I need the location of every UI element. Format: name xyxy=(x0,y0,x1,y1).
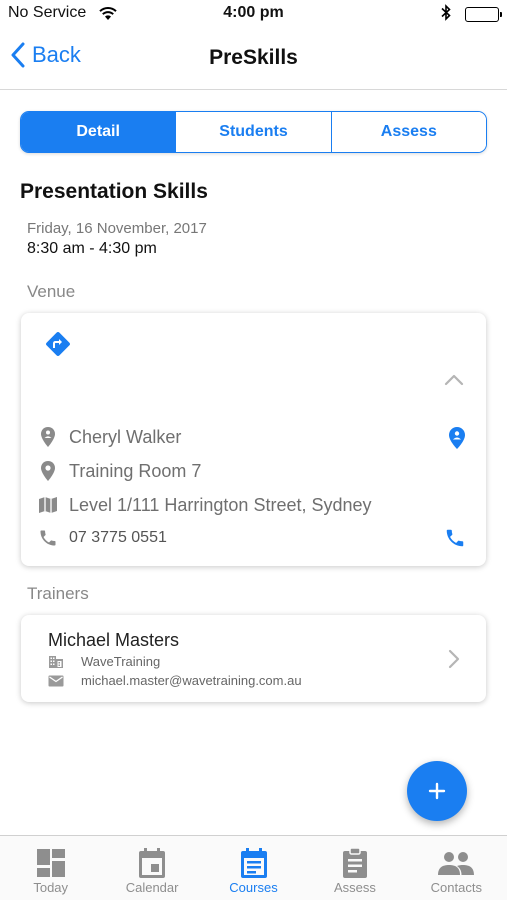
course-title: Presentation Skills xyxy=(20,180,208,203)
battery-icon xyxy=(465,7,502,22)
tab-assess[interactable]: Assess xyxy=(330,112,486,152)
bottom-tab-bar: Today Calendar Courses Assess Contacts xyxy=(0,835,507,900)
courses-icon xyxy=(239,846,269,880)
tab-today-label: Today xyxy=(33,880,69,895)
venue-contact-name: Cheryl Walker xyxy=(69,426,182,447)
page-title: PreSkills xyxy=(209,46,298,69)
add-button[interactable] xyxy=(407,761,467,821)
calendar-icon xyxy=(137,846,167,880)
venue-room: Training Room 7 xyxy=(69,460,202,481)
map-icon xyxy=(37,494,59,516)
segmented-control: Detail Students Assess xyxy=(20,111,487,153)
tab-calendar-label: Calendar xyxy=(125,880,179,895)
tab-today[interactable]: Today xyxy=(0,836,101,900)
dashboard-icon xyxy=(36,846,66,880)
tab-calendar[interactable]: Calendar xyxy=(101,836,202,900)
tab-detail[interactable]: Detail xyxy=(21,112,176,152)
chevron-right-icon xyxy=(448,649,460,674)
venue-phone: 07 3775 0551 xyxy=(69,529,167,546)
status-time: 4:00 pm xyxy=(223,4,284,21)
plus-icon xyxy=(428,782,446,800)
building-icon xyxy=(48,655,66,669)
person-pin-icon xyxy=(37,426,59,448)
chevron-up-icon[interactable] xyxy=(444,373,464,392)
tab-contacts[interactable]: Contacts xyxy=(406,836,507,900)
venue-phone-row: 07 3775 0551 xyxy=(37,524,470,552)
trainer-company: WaveTraining xyxy=(81,654,161,669)
course-date: Friday, 16 November, 2017 xyxy=(27,220,207,237)
mail-icon xyxy=(48,675,66,687)
bluetooth-icon xyxy=(441,4,451,26)
course-time: 8:30 am - 4:30 pm xyxy=(27,240,157,257)
venue-address-row: Level 1/111 Harrington Street, Sydney xyxy=(37,491,470,519)
trainer-card[interactable]: Michael Masters WaveTraining michael.mas… xyxy=(21,615,486,702)
clipboard-icon xyxy=(341,846,369,880)
venue-room-row: Training Room 7 xyxy=(37,457,470,485)
trainer-email-row: michael.master@wavetraining.com.au xyxy=(48,673,302,688)
status-bar: No Service 4:00 pm xyxy=(0,0,507,28)
tab-assess-nav-label: Assess xyxy=(333,880,376,895)
directions-icon[interactable] xyxy=(43,329,73,364)
venue-section-label: Venue xyxy=(27,282,76,301)
tab-assess-nav[interactable]: Assess xyxy=(304,836,405,900)
tab-students[interactable]: Students xyxy=(175,112,331,152)
navigation-bar: Back PreSkills xyxy=(0,30,507,90)
venue-card: Cheryl Walker Training Room 7 Level 1/11… xyxy=(21,313,486,566)
venue-contact-row: Cheryl Walker xyxy=(37,423,470,451)
tab-courses[interactable]: Courses xyxy=(203,836,304,900)
tab-courses-label: Courses xyxy=(229,880,278,895)
trainer-email: michael.master@wavetraining.com.au xyxy=(81,673,302,688)
location-pin-icon[interactable] xyxy=(448,426,466,455)
people-icon xyxy=(438,846,475,880)
call-icon[interactable] xyxy=(444,527,466,554)
place-icon xyxy=(37,460,59,482)
venue-address: Level 1/111 Harrington Street, Sydney xyxy=(69,494,372,515)
phone-icon xyxy=(37,527,59,549)
trainers-section-label: Trainers xyxy=(27,584,89,603)
trainer-name: Michael Masters xyxy=(48,630,180,650)
trainer-company-row: WaveTraining xyxy=(48,654,160,669)
tab-contacts-label: Contacts xyxy=(430,880,482,895)
